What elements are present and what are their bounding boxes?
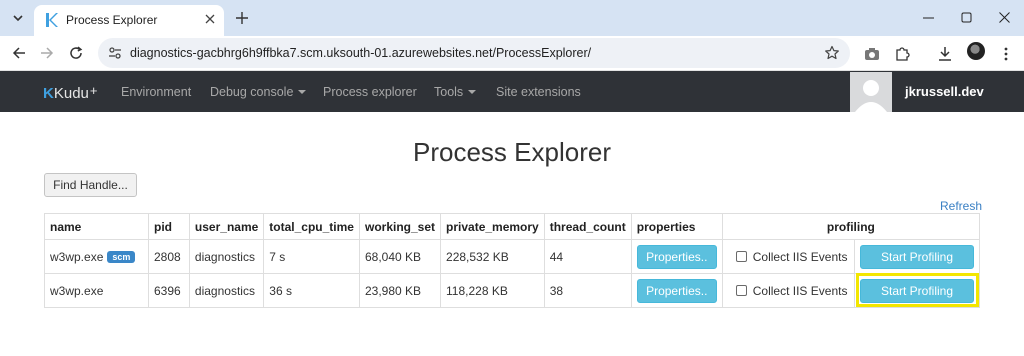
cell-total-cpu-time: 7 s [263,239,360,274]
scm-badge: scm [107,250,136,263]
reload-icon[interactable] [67,44,85,62]
cell-total-cpu-time: 36 s [263,273,360,308]
cell-private-memory: 118,228 KB [440,273,545,308]
nav-debug-console[interactable]: Debug console [210,85,307,99]
collect-iis-events-checkbox[interactable] [735,284,747,296]
kudu-favicon-icon [46,13,58,27]
process-table: name pid user_name total_cpu_time workin… [44,213,981,308]
download-icon[interactable] [936,45,954,63]
cell-iis-events: Collect IIS Events [721,239,856,274]
browser-titlebar: Process Explorer [0,0,1024,36]
table-header-row: name pid user_name total_cpu_time workin… [44,213,981,240]
refresh-link[interactable]: Refresh [940,199,982,213]
url-text[interactable]: diagnostics-gacbhrg6h9ffbka7.scm.uksouth… [130,46,591,60]
col-working-set: working_set [358,213,442,240]
cell-properties: Properties.. [630,273,723,308]
kudu-brand[interactable]: KKudu+ [43,83,97,102]
tab-close-icon[interactable] [202,11,218,27]
cell-name: w3wp.exe scm [44,239,149,274]
cell-user-name: diagnostics [188,239,265,274]
chevron-down-icon [468,90,477,94]
collect-iis-events-label[interactable]: Collect IIS Events [753,250,848,264]
cell-pid: 2808 [148,239,190,274]
col-thread-count: thread_count [543,213,632,240]
nav-site-extensions[interactable]: Site extensions [496,85,581,99]
cell-start-profiling: Start Profiling [854,273,980,308]
extensions-icon[interactable] [893,45,911,63]
nav-tools-label: Tools [434,85,464,99]
col-user-name: user_name [188,213,265,240]
col-name: name [44,213,149,240]
cell-thread-count: 44 [543,239,632,274]
page-title: Process Explorer [413,137,611,167]
cell-iis-events: Collect IIS Events [721,273,856,308]
user-name[interactable]: jkrussell.dev [905,84,984,99]
cell-start-profiling: Start Profiling [854,239,980,274]
new-tab-icon[interactable] [232,8,252,28]
menu-kebab-icon[interactable] [997,45,1015,63]
cell-user-name: diagnostics [188,273,265,308]
properties-button[interactable]: Properties.. [636,278,717,303]
process-name: w3wp.exe [50,249,104,264]
address-bar[interactable]: diagnostics-gacbhrg6h9ffbka7.scm.uksouth… [98,38,850,68]
nav-debug-console-label: Debug console [210,85,294,99]
table-row: w3wp.exe scm 2808 diagnostics 7 s 68,040 … [44,239,980,274]
col-profiling: profiling [721,213,981,240]
tab-title: Process Explorer [66,13,158,27]
browser-tab-process-explorer[interactable]: Process Explorer [34,5,224,36]
forward-icon[interactable] [38,44,56,62]
collect-iis-events-label[interactable]: Collect IIS Events [753,284,848,298]
cell-pid: 6396 [148,273,190,308]
properties-button[interactable]: Properties.. [636,244,717,269]
bookmark-star-icon[interactable] [824,45,840,61]
brand-plus: + [89,83,98,98]
cell-name: w3wp.exe [44,273,149,308]
collect-iis-events-checkbox[interactable] [735,250,747,262]
cell-properties: Properties.. [630,239,723,274]
col-properties: properties [630,213,723,240]
site-info-icon[interactable] [108,46,122,60]
cell-working-set: 23,980 KB [358,273,442,308]
minimize-icon[interactable] [918,8,938,26]
nav-process-explorer[interactable]: Process explorer [323,85,417,99]
cell-working-set: 68,040 KB [358,239,442,274]
browser-profile-avatar[interactable] [967,42,985,60]
nav-environment[interactable]: Environment [121,85,191,99]
cell-private-memory: 228,532 KB [440,239,545,274]
maximize-icon[interactable] [956,8,976,26]
brand-text: Kudu [53,85,89,102]
kudu-logo-icon: K [43,85,54,102]
find-handle-button[interactable]: Find Handle... [44,173,137,197]
col-pid: pid [148,213,190,240]
camera-icon[interactable] [863,45,881,63]
start-profiling-button[interactable]: Start Profiling [860,278,974,303]
col-total-cpu-time: total_cpu_time [263,213,360,240]
chevron-down-icon [298,90,307,94]
nav-tools[interactable]: Tools [434,85,477,99]
table-row: w3wp.exe 6396 diagnostics 36 s 23,980 KB… [44,273,980,308]
start-profiling-button[interactable]: Start Profiling [860,244,974,269]
cell-thread-count: 38 [543,273,632,308]
tab-search-icon[interactable] [8,8,28,28]
browser-toolbar: diagnostics-gacbhrg6h9ffbka7.scm.uksouth… [0,36,1024,71]
user-silhouette-icon [855,80,887,112]
close-window-icon[interactable] [994,8,1014,26]
user-avatar [850,72,892,112]
col-private-memory: private_memory [440,213,545,240]
back-icon[interactable] [10,44,28,62]
